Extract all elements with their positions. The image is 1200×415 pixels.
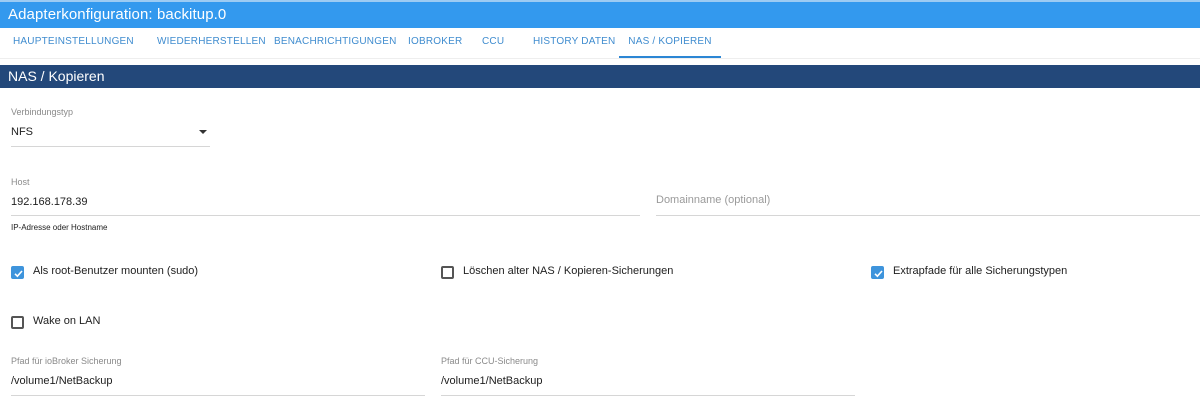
connection-type-underline [11, 146, 210, 147]
domain-field[interactable]: Domainname (optional) [656, 190, 1200, 218]
domain-underline [656, 215, 1200, 216]
delete-old-label: Löschen alter NAS / Kopieren-Sicherungen [463, 265, 674, 277]
checkbox-unchecked[interactable] [11, 316, 24, 329]
tab-haupteinstellungen[interactable]: HAUPTEINSTELLUNGEN [13, 28, 134, 58]
section-header: NAS / Kopieren [0, 65, 1200, 88]
window-title: Adapterkonfiguration: backitup.0 [8, 6, 227, 23]
host-value[interactable]: 192.168.178.39 [11, 196, 87, 208]
ccu-path-label: Pfad für CCU-Sicherung [441, 356, 539, 366]
connection-type-select[interactable]: Verbindungstyp NFS [11, 107, 210, 149]
connection-type-value: NFS [11, 126, 33, 138]
root-mount-label: Als root-Benutzer mounten (sudo) [33, 265, 199, 277]
caret-down-icon [199, 130, 207, 134]
tab-benachrichtigungen[interactable]: BENACHRICHTIGUNGEN [274, 28, 397, 58]
checkbox-unchecked[interactable] [441, 266, 454, 279]
host-underline [11, 215, 640, 216]
host-helper-text: IP-Adresse oder Hostname [11, 223, 108, 232]
delete-old-checkbox[interactable]: Löschen alter NAS / Kopieren-Sicherungen [441, 265, 741, 282]
domain-placeholder: Domainname (optional) [656, 194, 771, 206]
tab-wiederherstellen[interactable]: WIEDERHERSTELLEN [157, 28, 266, 58]
iobroker-path-value[interactable]: /volume1/NetBackup [11, 375, 113, 387]
iobroker-path-underline [11, 395, 425, 396]
tab-ccu[interactable]: CCU [482, 28, 504, 58]
checkmark-icon [874, 270, 883, 278]
ccu-path-underline [441, 395, 855, 396]
tab-history-daten[interactable]: HISTORY DATEN [533, 28, 615, 58]
checkbox-checked[interactable] [871, 266, 884, 279]
ccu-path-value[interactable]: /volume1/NetBackup [441, 375, 543, 387]
extra-paths-checkbox[interactable]: Extrapfade für alle Sicherungstypen [871, 265, 1171, 282]
tab-nas-kopieren[interactable]: NAS / KOPIEREN [619, 28, 721, 58]
section-title: NAS / Kopieren [8, 68, 105, 84]
host-label: Host [11, 177, 30, 187]
connection-type-label: Verbindungstyp [11, 107, 74, 117]
wake-on-lan-label: Wake on LAN [33, 315, 101, 327]
ccu-path-field[interactable]: Pfad für CCU-Sicherung /volume1/NetBacku… [441, 356, 855, 398]
tab-bar: HAUPTEINSTELLUNGEN WIEDERHERSTELLEN BENA… [0, 28, 1200, 59]
title-bar: Adapterkonfiguration: backitup.0 [0, 0, 1200, 28]
iobroker-path-field[interactable]: Pfad für ioBroker Sicherung /volume1/Net… [11, 356, 425, 398]
checkbox-checked[interactable] [11, 266, 24, 279]
wake-on-lan-checkbox[interactable]: Wake on LAN [11, 315, 211, 332]
host-field[interactable]: Host 192.168.178.39 IP-Adresse oder Host… [11, 177, 640, 235]
iobroker-path-label: Pfad für ioBroker Sicherung [11, 356, 122, 366]
extra-paths-label: Extrapfade für alle Sicherungstypen [893, 265, 1068, 277]
tab-iobroker[interactable]: IOBROKER [408, 28, 462, 58]
checkmark-icon [14, 270, 23, 278]
root-mount-checkbox[interactable]: Als root-Benutzer mounten (sudo) [11, 265, 311, 282]
